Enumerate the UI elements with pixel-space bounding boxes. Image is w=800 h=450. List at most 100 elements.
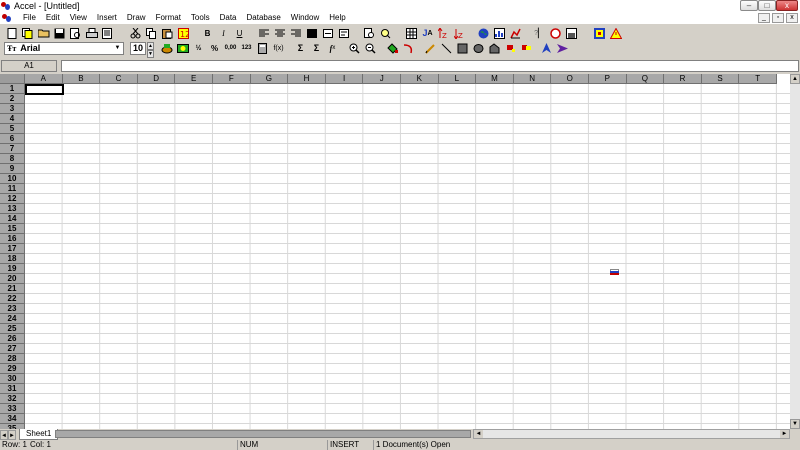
undo-arc-icon[interactable]	[402, 42, 415, 55]
column-header[interactable]: C	[100, 74, 138, 84]
cell-reference-box[interactable]: A1	[1, 60, 57, 72]
new-template-icon[interactable]	[21, 27, 34, 40]
row-header[interactable]: 24	[0, 314, 25, 324]
paste-icon[interactable]	[161, 27, 174, 40]
autosum-icon[interactable]: Σ	[294, 42, 307, 55]
merge-center-icon[interactable]	[321, 27, 334, 40]
save-icon[interactable]	[53, 27, 66, 40]
column-header[interactable]: S	[701, 74, 740, 84]
menu-data[interactable]: Data	[220, 12, 237, 24]
row-header[interactable]: 23	[0, 304, 25, 314]
horizontal-scrollbar[interactable]: ◄ ►	[473, 429, 790, 439]
column-header[interactable]: D	[137, 74, 176, 84]
row-header[interactable]: 2	[0, 94, 25, 104]
menu-tools[interactable]: Tools	[191, 12, 210, 24]
scroll-left-icon[interactable]: ◄	[474, 430, 483, 438]
tab-prev-icon[interactable]: ◄	[0, 429, 8, 440]
row-header[interactable]: 22	[0, 294, 25, 304]
spin-up-icon[interactable]: ▲	[147, 41, 154, 50]
shape-tool-icon[interactable]	[488, 42, 501, 55]
decimal-icon[interactable]: 0,00	[224, 42, 237, 55]
row-header[interactable]: 8	[0, 154, 25, 164]
column-header[interactable]: M	[476, 74, 514, 84]
row-header[interactable]: 12	[0, 194, 25, 204]
sheet-tab[interactable]: Sheet1	[19, 429, 59, 440]
row-header[interactable]: 14	[0, 214, 25, 224]
copy-icon[interactable]	[145, 27, 158, 40]
row-header[interactable]: 29	[0, 364, 25, 374]
arrow-up-icon[interactable]	[540, 42, 553, 55]
chevron-down-icon[interactable]: ▼	[113, 44, 122, 53]
column-header[interactable]: L	[438, 74, 477, 84]
grid-table-icon[interactable]	[405, 27, 418, 40]
row-header[interactable]: 1	[0, 84, 25, 94]
row-header[interactable]: 10	[0, 174, 25, 184]
row-header[interactable]: 31	[0, 384, 25, 394]
chart-wizard-icon[interactable]	[493, 27, 506, 40]
euro-icon[interactable]	[176, 42, 189, 55]
menu-format[interactable]: Format	[156, 12, 181, 24]
fill-yellow-icon[interactable]	[520, 42, 533, 55]
row-header[interactable]: 5	[0, 124, 25, 134]
underline-icon[interactable]: U	[233, 27, 246, 40]
sum-selection-icon[interactable]: Σ	[310, 42, 323, 55]
bold-icon[interactable]: B	[201, 27, 214, 40]
arrow-right-icon[interactable]	[556, 42, 569, 55]
zoom-in-icon[interactable]	[348, 42, 361, 55]
function-icon[interactable]: fx	[326, 42, 339, 55]
warning-icon[interactable]	[609, 27, 622, 40]
row-header[interactable]: 9	[0, 164, 25, 174]
column-header[interactable]: B	[62, 74, 101, 84]
web-globe-icon[interactable]	[477, 27, 490, 40]
row-header[interactable]: 34	[0, 414, 25, 424]
row-header[interactable]: 20	[0, 274, 25, 284]
menu-draw[interactable]: Draw	[127, 12, 146, 24]
font-name-select[interactable]: Ŧт Arial ▼	[4, 41, 124, 55]
ellipse-tool-icon[interactable]	[472, 42, 485, 55]
sort-ascending-icon[interactable]: Z	[437, 27, 450, 40]
align-center-icon[interactable]	[273, 27, 286, 40]
justify-icon[interactable]	[305, 27, 318, 40]
active-cell[interactable]	[25, 84, 64, 95]
fill-color-icon[interactable]	[386, 42, 399, 55]
menu-view[interactable]: View	[70, 12, 87, 24]
new-icon[interactable]	[5, 27, 18, 40]
scroll-down-icon[interactable]: ▼	[790, 419, 800, 429]
row-header[interactable]: 7	[0, 144, 25, 154]
print-preview-icon[interactable]	[69, 27, 82, 40]
row-header[interactable]: 30	[0, 374, 25, 384]
align-right-icon[interactable]	[289, 27, 302, 40]
row-header[interactable]: 17	[0, 244, 25, 254]
column-header[interactable]: N	[513, 74, 552, 84]
open-icon[interactable]	[37, 27, 50, 40]
calculator-icon[interactable]	[256, 42, 269, 55]
row-header[interactable]: 16	[0, 234, 25, 244]
italic-icon[interactable]: I	[217, 27, 230, 40]
column-header[interactable]: P	[589, 74, 627, 84]
menu-window[interactable]: Window	[291, 12, 319, 24]
row-header[interactable]: 27	[0, 344, 25, 354]
menu-file[interactable]: File	[23, 12, 36, 24]
column-header[interactable]: O	[551, 74, 589, 84]
spin-down-icon[interactable]: ▼	[147, 49, 154, 58]
scroll-up-icon[interactable]: ▲	[790, 74, 800, 84]
context-help-icon[interactable]: ? ▏	[533, 27, 546, 40]
row-header[interactable]: 6	[0, 134, 25, 144]
row-header[interactable]: 4	[0, 114, 25, 124]
spreadsheet-grid[interactable]: ABCDEFGHIJKLMNOPQRST 1 2 3 4 5 6 7 8 9 10 11 12 13 14…	[0, 74, 790, 429]
sort-descending-icon[interactable]: Z	[453, 27, 466, 40]
macro-icon[interactable]	[593, 27, 606, 40]
number-format-icon[interactable]: 123	[240, 42, 253, 55]
wrap-text-icon[interactable]	[337, 27, 350, 40]
row-header[interactable]: 21	[0, 284, 25, 294]
zoom-out-icon[interactable]	[364, 42, 377, 55]
pencil-icon[interactable]	[424, 42, 437, 55]
line-tool-icon[interactable]	[440, 42, 453, 55]
cut-icon[interactable]	[129, 27, 142, 40]
column-header[interactable]: Q	[626, 74, 665, 84]
rectangle-tool-icon[interactable]	[456, 42, 469, 55]
row-header[interactable]: 15	[0, 224, 25, 234]
close-button[interactable]: x	[776, 0, 798, 11]
scroll-right-icon[interactable]: ►	[780, 430, 789, 438]
row-header[interactable]: 25	[0, 324, 25, 334]
